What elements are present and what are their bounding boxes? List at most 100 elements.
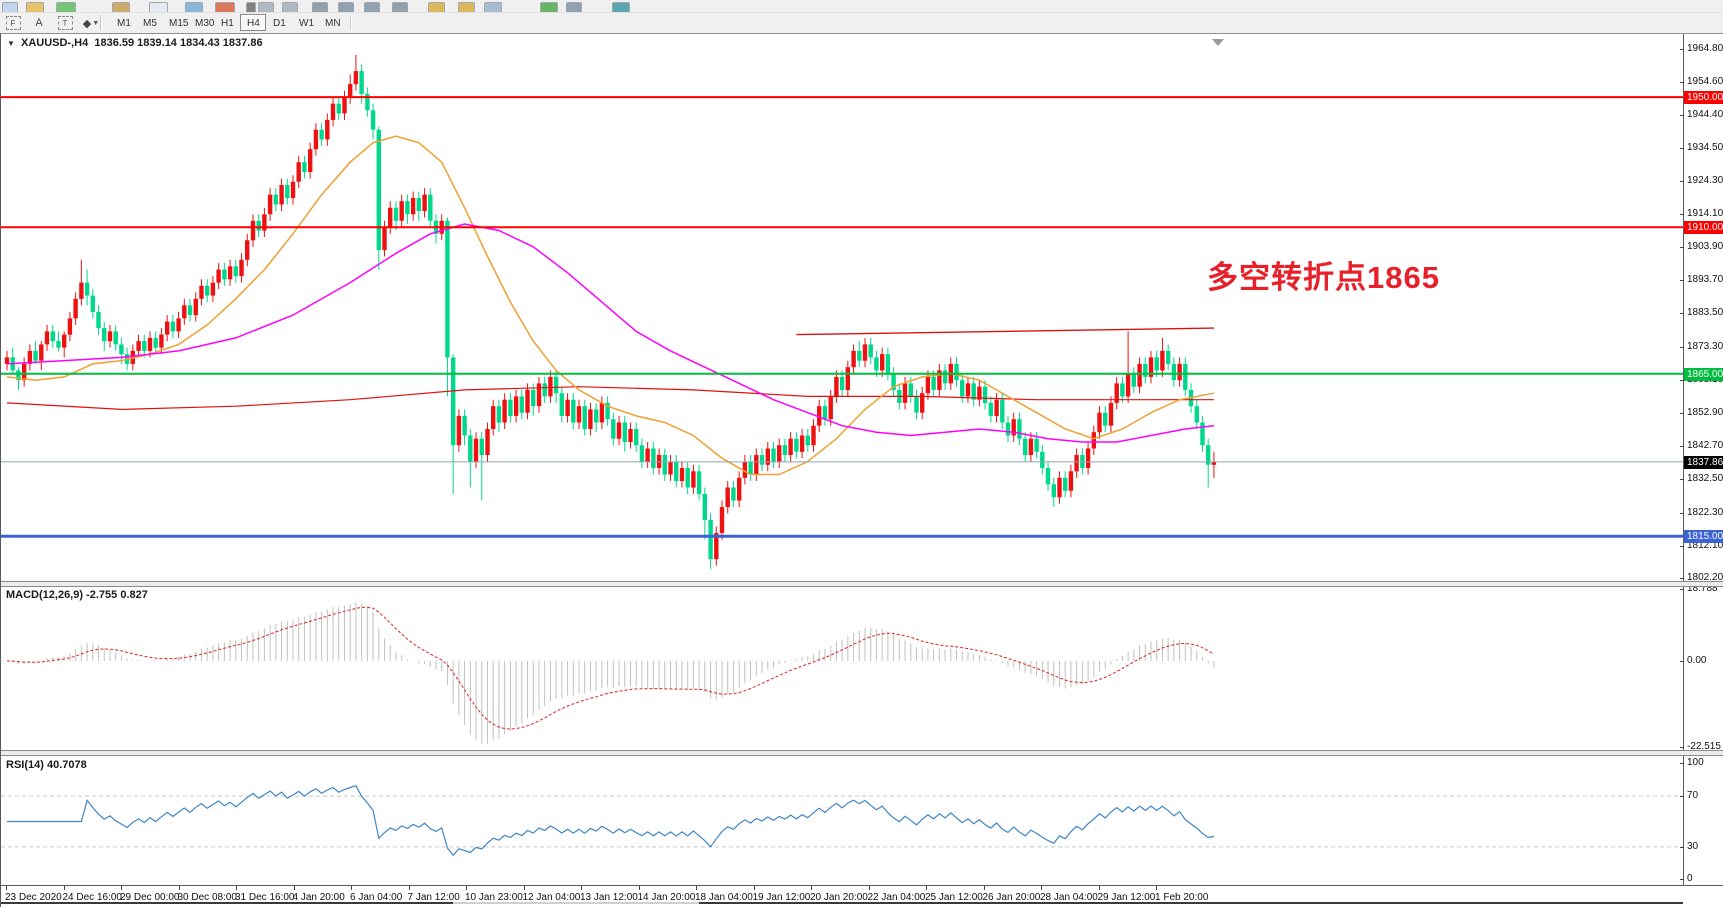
cursor-tool-icon[interactable]: F (4, 15, 22, 31)
price-tag: 1837.86 (1684, 456, 1723, 469)
axis-tick (1680, 413, 1684, 414)
arrows-icon[interactable] (484, 2, 502, 13)
axis-tick (1680, 763, 1684, 764)
price-tag: 1815.00 (1684, 530, 1723, 543)
pane-splitter-rsi[interactable] (1, 750, 1723, 756)
zoom-icon[interactable] (26, 2, 44, 13)
time-tick (236, 886, 237, 890)
axis-tick (1680, 49, 1684, 50)
chart-window-icon[interactable] (2, 2, 18, 13)
rsi-name: RSI(14) (6, 759, 44, 771)
rsi-indicator-label: RSI(14) 40.7078 (6, 759, 87, 771)
time-tick (1156, 886, 1157, 890)
time-tick (6, 886, 7, 890)
time-tick (811, 886, 812, 890)
timeframe-button-mn[interactable]: MN (318, 14, 344, 31)
zoom-in-icon[interactable] (566, 2, 582, 13)
axis-label: 30 (1687, 841, 1723, 853)
pane-splitter-macd[interactable] (1, 581, 1723, 587)
axis-tick (1680, 280, 1684, 281)
text-label-tool-icon[interactable]: T (56, 15, 74, 31)
chevron-down-icon[interactable]: ▼ (7, 39, 15, 48)
time-tick (754, 886, 755, 890)
chart-area[interactable]: 1964.801954.601944.401934.501924.301914.… (0, 33, 1723, 907)
timeframe-button-d1[interactable]: D1 (266, 14, 292, 31)
shapes-tool-icon[interactable]: ◆▼ (82, 15, 100, 31)
red-trendline[interactable] (796, 328, 1214, 335)
menu-dots-icon[interactable] (246, 2, 256, 13)
timeframe-toolbar: M1M5M15M30H1H4D1W1MN (110, 14, 344, 31)
shapes-icon[interactable] (458, 2, 475, 13)
axis-tick (1680, 847, 1684, 848)
annotation-text: 多空转折点1865 (1207, 252, 1440, 297)
bottom-scrollbar-gap (453, 902, 699, 904)
time-tick (294, 886, 295, 890)
time-tick (926, 886, 927, 890)
axis-label: 1883.50 (1687, 307, 1723, 319)
bottom-scrollbar[interactable] (1, 902, 1683, 904)
axis-label: 1914.10 (1687, 208, 1723, 220)
text-label-tool-icon: T (58, 16, 73, 30)
axis-label: 1832.50 (1687, 473, 1723, 485)
shift-marker-icon[interactable] (1212, 39, 1224, 46)
time-tick (64, 886, 65, 890)
help-icon[interactable] (612, 2, 630, 13)
profiles-icon[interactable] (112, 2, 130, 13)
webtrader-icon[interactable] (185, 2, 203, 13)
macd-indicator-label: MACD(12,26,9) -2.755 0.827 (6, 589, 148, 601)
timeframe-button-m15[interactable]: M15 (162, 14, 188, 31)
timeframe-button-w1[interactable]: W1 (292, 14, 318, 31)
axis-tick (1680, 661, 1684, 662)
macd-signal-line (7, 607, 1214, 729)
axis-label: 0.00 (1687, 655, 1723, 667)
timeframe-button-m30[interactable]: M30 (188, 14, 214, 31)
channel-icon[interactable] (392, 2, 408, 13)
axis-label: 1924.30 (1687, 175, 1723, 187)
axis-tick (1680, 214, 1684, 215)
alerts-icon[interactable] (215, 2, 235, 13)
toolbar-separator (350, 15, 352, 30)
ohlc-readout: 1836.59 1839.14 1834.43 1837.86 (94, 37, 262, 49)
time-tick (524, 886, 525, 890)
time-tick (984, 886, 985, 890)
axis-tick (1680, 115, 1684, 116)
new-order-icon[interactable] (149, 2, 168, 13)
price-chart-canvas[interactable] (1, 34, 1683, 885)
timeframe-button-m5[interactable]: M5 (136, 14, 162, 31)
timeframe-button-h1[interactable]: H1 (214, 14, 240, 31)
macd-name: MACD(12,26,9) (6, 589, 83, 601)
drawing-tools-group: FAT ◆▼ (4, 14, 100, 32)
cursor-icon[interactable] (258, 2, 274, 13)
axis-label: 1822.30 (1687, 507, 1723, 519)
crosshair-icon[interactable] (282, 2, 298, 13)
timeframe-button-h4[interactable]: H4 (240, 14, 266, 31)
axis-tick (1680, 513, 1684, 514)
axis-tick (1680, 347, 1684, 348)
chart-title: ▼ XAUUSD-,H4 1836.59 1839.14 1834.43 183… (7, 37, 263, 49)
mt4-window: FAT ◆▼ M1M5M15M30H1H4D1W1MN 1964.801954.6… (0, 0, 1723, 907)
time-tick (351, 886, 352, 890)
time-tick (179, 886, 180, 890)
hline-icon[interactable] (338, 2, 354, 13)
toolbar-row-tools: FAT ◆▼ M1M5M15M30H1H4D1W1MN (0, 13, 1723, 34)
vline-icon[interactable] (312, 2, 328, 13)
time-tick (696, 886, 697, 890)
time-tick (639, 886, 640, 890)
candles-layer (5, 55, 1216, 569)
axis-tick (1680, 148, 1684, 149)
axis-label: 1964.80 (1687, 43, 1723, 55)
arrow-tool-icon[interactable]: A (30, 15, 48, 31)
timeframe-button-m1[interactable]: M1 (110, 14, 136, 31)
axis-tick (1680, 479, 1684, 480)
new-chart-icon[interactable] (56, 2, 76, 13)
dropdown-caret-icon[interactable]: ▼ (92, 20, 99, 27)
axis-tick (1680, 796, 1684, 797)
fibonacci-icon[interactable] (428, 2, 445, 13)
time-tick (869, 886, 870, 890)
trendline-icon[interactable] (364, 2, 380, 13)
time-tick (409, 886, 410, 890)
price-axis[interactable]: 1964.801954.601944.401934.501924.301914.… (1683, 34, 1723, 885)
axis-label: 1873.30 (1687, 341, 1723, 353)
axis-tick (1680, 313, 1684, 314)
indicators-add-icon[interactable] (540, 2, 558, 13)
